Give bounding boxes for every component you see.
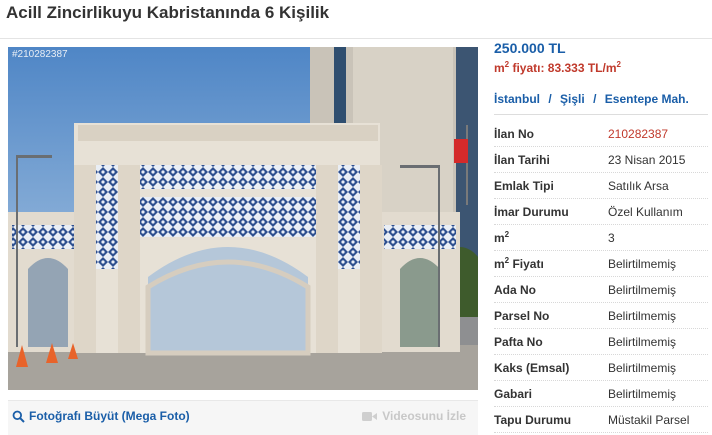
search-icon — [12, 410, 25, 423]
detail-row-kaks: Kaks (Emsal) Belirtilmemiş — [494, 355, 708, 381]
listing-details-table: İlan No 210282387 İlan Tarihi 23 Nisan 2… — [494, 121, 708, 433]
mega-photo-label: Fotoğrafı Büyüt (Mega Foto) — [29, 409, 190, 423]
detail-key: Gabari — [494, 386, 533, 401]
detail-row-gabari: Gabari Belirtilmemiş — [494, 381, 708, 407]
location-neighborhood-link[interactable]: Esentepe Mah. — [605, 92, 689, 106]
location-separator: / — [593, 92, 597, 106]
location-district-link[interactable]: Şişli — [560, 92, 585, 106]
video-label: Videosunu İzle — [382, 409, 466, 423]
location-breadcrumb: İstanbul / Şişli / Esentepe Mah. — [494, 92, 708, 115]
detail-value: Özel Kullanım — [608, 204, 683, 219]
price-per-sqm: m2 fiyatı: 83.333 TL/m2 — [494, 57, 708, 76]
photo-id-watermark: #210282387 — [12, 49, 68, 60]
detail-key: Pafta No — [494, 334, 543, 349]
detail-row-m2: m2 3 — [494, 225, 708, 251]
detail-key-unit: m — [494, 231, 505, 245]
detail-value: Satılık Arsa — [608, 178, 669, 193]
detail-row-ilan-tarihi: İlan Tarihi 23 Nisan 2015 — [494, 147, 708, 173]
video-camera-icon — [362, 411, 378, 421]
detail-value: Belirtilmemiş — [608, 334, 677, 349]
detail-key-suffix: Fiyatı — [509, 257, 544, 271]
detail-value: 23 Nisan 2015 — [608, 152, 686, 167]
location-separator: / — [548, 92, 552, 106]
listing-header: Acill Zincirlikuyu Kabristanında 6 Kişil… — [0, 0, 712, 39]
video-link[interactable]: Videosunu İzle — [362, 409, 466, 423]
listing-title: Acill Zincirlikuyu Kabristanında 6 Kişil… — [6, 3, 330, 22]
detail-value: Belirtilmemiş — [608, 360, 677, 375]
detail-value: Belirtilmemiş — [608, 256, 677, 271]
detail-key-unit: m — [494, 257, 505, 271]
detail-row-parsel-no: Parsel No Belirtilmemiş — [494, 303, 708, 329]
sqm-price-text: fiyatı: 83.333 TL/m — [509, 61, 617, 75]
detail-row-tapu-durumu: Tapu Durumu Müstakil Parsel — [494, 407, 708, 433]
detail-row-ilan-no: İlan No 210282387 — [494, 121, 708, 147]
location-city-link[interactable]: İstanbul — [494, 92, 540, 106]
detail-row-m2-fiyati: m2 Fiyatı Belirtilmemiş — [494, 251, 708, 277]
listing-photo[interactable]: #210282387 — [8, 47, 478, 390]
detail-key: Kaks (Emsal) — [494, 360, 570, 375]
detail-value: Müstakil Parsel — [608, 412, 690, 427]
cemetery-gate-photo — [8, 47, 478, 390]
listing-info-panel: 250.000 TL m2 fiyatı: 83.333 TL/m2 İstan… — [494, 38, 708, 433]
detail-row-pafta-no: Pafta No Belirtilmemiş — [494, 329, 708, 355]
detail-key: Ada No — [494, 282, 536, 297]
sqm-price-unit: m — [494, 61, 505, 75]
detail-key: m2 — [494, 230, 608, 245]
detail-key: Emlak Tipi — [494, 178, 554, 193]
detail-key: Parsel No — [494, 308, 550, 323]
detail-value: Belirtilmemiş — [608, 386, 677, 401]
detail-key: İlan No — [494, 126, 535, 141]
photo-links-bar: Fotoğrafı Büyüt (Mega Foto) Videosunu İz… — [8, 400, 478, 435]
detail-key: İlan Tarihi — [494, 152, 550, 167]
price: 250.000 TL — [494, 40, 566, 56]
detail-value: Belirtilmemiş — [608, 282, 677, 297]
detail-row-imar-durumu: İmar Durumu Özel Kullanım — [494, 199, 708, 225]
sqm-price-sup-2: 2 — [616, 60, 621, 69]
detail-value: 210282387 — [608, 126, 669, 141]
detail-value: 3 — [608, 230, 615, 245]
detail-row-emlak-tipi: Emlak Tipi Satılık Arsa — [494, 173, 708, 199]
detail-key: İmar Durumu — [494, 204, 569, 219]
detail-key: Tapu Durumu — [494, 412, 572, 427]
detail-key: m2 Fiyatı — [494, 256, 608, 271]
detail-value: Belirtilmemiş — [608, 308, 677, 323]
detail-key-sup: 2 — [504, 230, 510, 239]
mega-photo-link[interactable]: Fotoğrafı Büyüt (Mega Foto) — [12, 409, 190, 423]
detail-row-ada-no: Ada No Belirtilmemiş — [494, 277, 708, 303]
